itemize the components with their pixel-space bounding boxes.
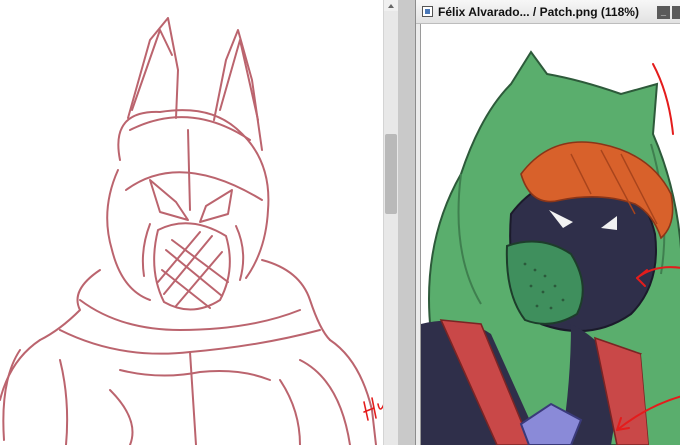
- workspace-background: [398, 0, 415, 445]
- maximize-button[interactable]: [672, 6, 680, 19]
- arrow-up-icon: [388, 3, 394, 8]
- scroll-thumb[interactable]: [385, 134, 397, 214]
- window-title-bar[interactable]: Félix Alvarado... / Patch.png (118%) _: [416, 0, 680, 24]
- sketch-canvas[interactable]: [0, 0, 383, 445]
- minimize-button[interactable]: _: [657, 6, 670, 19]
- image-canvas[interactable]: [420, 24, 680, 445]
- vertical-scrollbar[interactable]: [383, 0, 398, 445]
- character-illustration: [421, 50, 680, 445]
- scroll-up-button[interactable]: [384, 0, 398, 11]
- image-document-icon: [422, 6, 433, 17]
- window-title: Félix Alvarado... / Patch.png (118%): [438, 4, 639, 19]
- document-window[interactable]: Félix Alvarado... / Patch.png (118%) _: [415, 0, 680, 445]
- sketch-drawing: [0, 17, 383, 445]
